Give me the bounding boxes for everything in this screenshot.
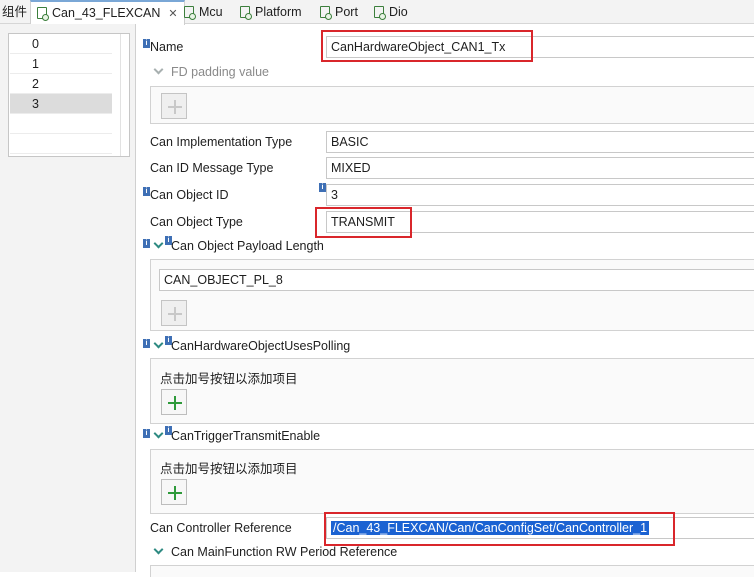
list-empty-row: [10, 114, 112, 134]
tab-port[interactable]: Port: [320, 0, 358, 24]
tab-platform[interactable]: Platform: [240, 0, 302, 24]
highlight-name: [321, 30, 533, 62]
module-doc-icon: [184, 6, 196, 20]
chevron-down-icon[interactable]: [153, 66, 165, 78]
tab-label: Mcu: [199, 5, 223, 19]
fd-padding-label: FD padding value: [171, 65, 269, 79]
fd-padding-section: [150, 86, 754, 124]
list-empty-row: [10, 134, 112, 154]
payload-label: Can Object Payload Length: [171, 239, 324, 253]
tab-label: Dio: [389, 5, 408, 19]
module-doc-icon: [320, 6, 332, 20]
tab-dio[interactable]: Dio: [374, 0, 408, 24]
id-msg-type-field[interactable]: MIXED: [326, 157, 754, 179]
payload-section: CAN_OBJECT_PL_8: [150, 259, 754, 331]
info-icon: i: [319, 183, 326, 192]
highlight-controller-ref: [324, 512, 675, 546]
name-label: Name: [150, 40, 184, 54]
trigger-hint: 点击加号按钮以添加项目: [160, 462, 298, 476]
polling-label: CanHardwareObjectUsesPolling: [171, 339, 351, 353]
highlight-object-type: [315, 207, 412, 238]
tab-label: Platform: [255, 5, 302, 19]
tab-can-43-flexcan[interactable]: Can_43_FLEXCAN ✕: [30, 0, 185, 25]
payload-field[interactable]: CAN_OBJECT_PL_8: [159, 269, 754, 291]
module-doc-icon: [37, 7, 49, 21]
info-icon: i: [143, 429, 150, 438]
trigger-label: CanTriggerTransmitEnable: [171, 429, 321, 443]
close-icon[interactable]: ✕: [168, 8, 177, 20]
editor-tab-bar: 组件 Can_43_FLEXCAN ✕ Mcu Platform Port Dio: [0, 0, 754, 25]
chevron-down-icon[interactable]: [153, 240, 165, 252]
object-id-label: Can Object ID: [150, 188, 229, 202]
list-item[interactable]: 0: [10, 34, 112, 54]
tab-label: 组件: [2, 5, 28, 19]
info-icon: i: [143, 39, 150, 48]
tab-label: Port: [335, 5, 358, 19]
controller-ref-label: Can Controller Reference: [150, 521, 292, 535]
tab-mcu[interactable]: Mcu: [184, 0, 223, 24]
add-polling-button[interactable]: [161, 389, 187, 415]
mainfunction-label: Can MainFunction RW Period Reference: [171, 545, 398, 559]
list-item[interactable]: 2: [10, 74, 112, 94]
id-msg-type-label: Can ID Message Type: [150, 161, 274, 175]
impl-type-field[interactable]: BASIC: [326, 131, 754, 153]
info-icon: i: [143, 187, 150, 196]
object-type-label: Can Object Type: [150, 215, 243, 229]
module-doc-icon: [240, 6, 252, 20]
column-divider: [120, 34, 121, 156]
info-icon: i: [143, 239, 150, 248]
chevron-down-icon[interactable]: [153, 430, 165, 442]
info-icon: i: [143, 339, 150, 348]
mainfunction-section: [150, 565, 754, 577]
chevron-down-icon[interactable]: [153, 546, 165, 558]
list-item[interactable]: 1: [10, 54, 112, 74]
module-doc-icon: [374, 6, 386, 20]
list-item-selected[interactable]: 3: [10, 94, 112, 114]
add-trigger-button[interactable]: [161, 479, 187, 505]
impl-type-label: Can Implementation Type: [150, 135, 293, 149]
polling-hint: 点击加号按钮以添加项目: [160, 372, 298, 386]
tab-label: Can_43_FLEXCAN: [52, 6, 161, 20]
tab-components[interactable]: 组件: [2, 0, 27, 24]
add-button-disabled: [161, 300, 187, 326]
add-button-disabled: [161, 93, 187, 119]
object-id-field[interactable]: 3: [326, 184, 754, 206]
chevron-down-icon[interactable]: [153, 340, 165, 352]
hardware-object-list: 0 1 2 3: [8, 33, 130, 157]
